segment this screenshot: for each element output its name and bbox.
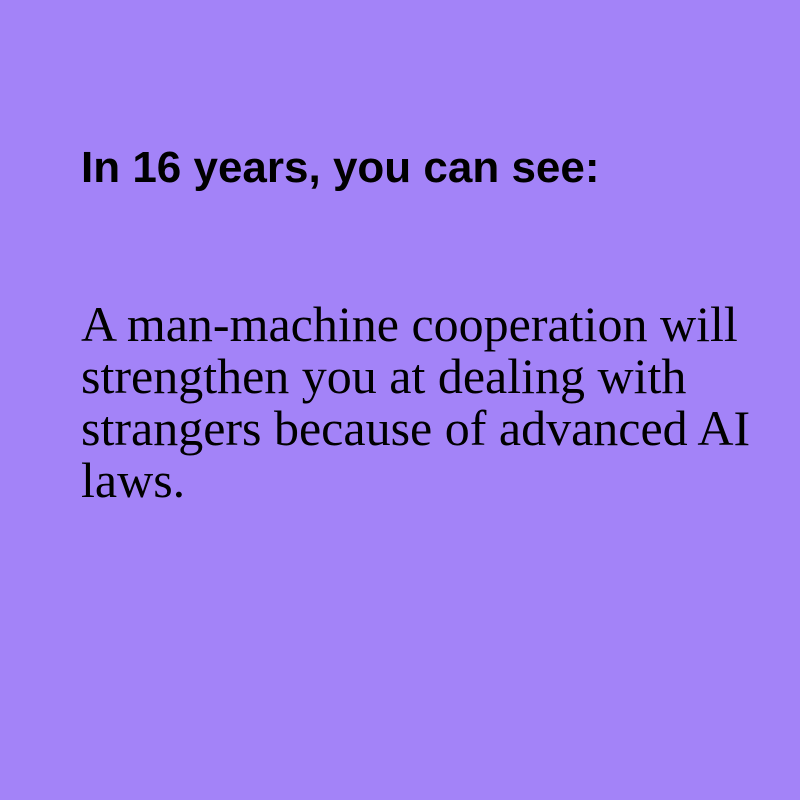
card-body-text: A man-machine cooperation will strengthe… — [81, 296, 751, 508]
prediction-card: In 16 years, you can see: A man-machine … — [0, 0, 800, 800]
card-heading: In 16 years, you can see: — [81, 143, 600, 192]
